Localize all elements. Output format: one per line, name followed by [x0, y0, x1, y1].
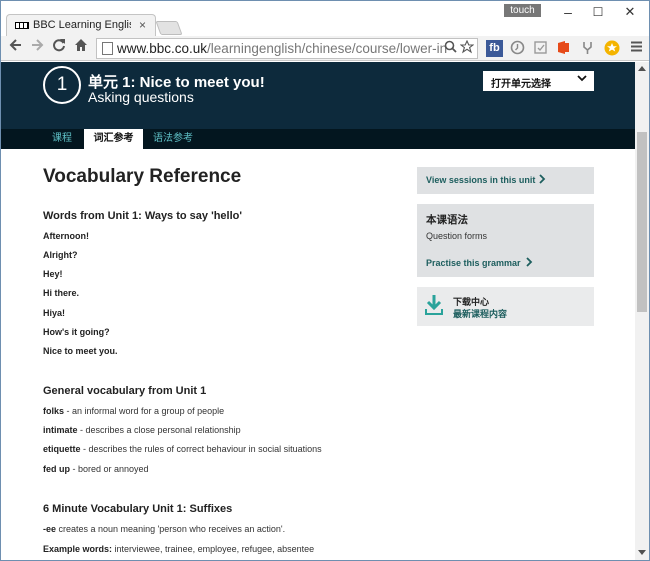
vocab-item: fed up - bored or annoyed [43, 464, 149, 474]
download-box[interactable]: 下载中心 最新课程内容 [417, 287, 594, 326]
list-item: Alright? [43, 250, 78, 260]
browser-tab[interactable]: BBC Learning English - C × [6, 14, 156, 36]
browser-window: BBC Learning English - C × touch – ☐ ✕ w… [0, 0, 650, 561]
vertical-scrollbar[interactable] [635, 62, 649, 560]
list-item: Hiya! [43, 308, 66, 318]
page-icon [102, 42, 113, 55]
vocab-item: etiquette - describes the rules of corre… [43, 444, 322, 454]
url-text[interactable]: www.bbc.co.uk/learningenglish/chinese/co… [117, 41, 447, 56]
facebook-extension-icon[interactable]: fb [486, 40, 503, 57]
content-tab-bar: 课程 词汇参考 语法参考 [1, 129, 635, 149]
grammar-topic: Question forms [426, 231, 488, 241]
forward-arrow-icon[interactable] [27, 38, 47, 58]
unit-number-badge: 1 [43, 66, 81, 104]
menu-icon[interactable] [628, 40, 645, 57]
clock-extension-icon[interactable] [509, 40, 526, 57]
list-item: How's it going? [43, 327, 110, 337]
page-title: Vocabulary Reference [43, 166, 242, 187]
section-heading-hello: Words from Unit 1: Ways to say 'hello' [43, 210, 242, 222]
unit-select-label: 打开单元选择 [491, 79, 551, 90]
list-item: Hey! [43, 269, 63, 279]
sessions-box[interactable]: View sessions in this unit [417, 167, 594, 194]
chevron-right-icon [538, 174, 546, 186]
tab-close-icon[interactable]: × [139, 18, 146, 32]
tab-grammar[interactable]: 语法参考 [147, 129, 199, 149]
search-icon[interactable] [444, 40, 457, 57]
grammar-box: 本课语法 Question forms Practise this gramma… [417, 204, 594, 277]
grammar-heading: 本课语法 [426, 214, 468, 226]
list-item: Nice to meet you. [43, 346, 118, 356]
unit-header: 1 单元 1: Nice to meet you! Asking questio… [1, 62, 635, 149]
tab-title: BBC Learning English - C [33, 19, 131, 31]
vocab-item: folks - an informal word for a group of … [43, 406, 225, 416]
title-bar: BBC Learning English - C × touch – ☐ ✕ [1, 1, 649, 36]
suffix-description: -ee creates a noun meaning 'person who r… [43, 524, 286, 534]
home-icon[interactable] [71, 38, 91, 58]
bbc-favicon-icon [15, 22, 29, 29]
touch-mode-badge[interactable]: touch [504, 4, 541, 17]
office-extension-icon[interactable] [555, 40, 572, 57]
download-icon [425, 294, 443, 321]
unit-select-dropdown[interactable]: 打开单元选择 [483, 71, 594, 91]
chevron-right-icon [525, 257, 533, 269]
unit-subtitle: Asking questions [88, 89, 194, 105]
chevron-down-icon [577, 73, 587, 86]
fork-extension-icon[interactable] [579, 40, 596, 57]
back-arrow-icon[interactable] [6, 38, 26, 58]
view-sessions-link[interactable]: View sessions in this unit [426, 175, 535, 185]
scrollbar-thumb[interactable] [637, 132, 647, 312]
browser-toolbar: www.bbc.co.uk/learningenglish/chinese/co… [1, 36, 649, 61]
scroll-down-icon[interactable] [638, 550, 646, 555]
section-heading-suffixes: 6 Minute Vocabulary Unit 1: Suffixes [43, 503, 233, 515]
close-window-icon[interactable]: ✕ [616, 3, 644, 21]
new-tab-button[interactable] [155, 21, 183, 35]
example-words: Example words: interviewee, trainee, emp… [43, 544, 315, 554]
tab-course[interactable]: 课程 [43, 129, 81, 149]
list-item: Afternoon! [43, 231, 89, 241]
scroll-up-icon[interactable] [638, 66, 646, 71]
vocab-item: intimate - describes a close personal re… [43, 425, 241, 435]
address-bar[interactable]: www.bbc.co.uk/learningenglish/chinese/co… [96, 38, 478, 59]
reload-icon[interactable] [49, 38, 69, 58]
star-extension-icon[interactable] [603, 40, 620, 57]
bookmark-star-icon[interactable] [459, 39, 475, 57]
practise-grammar-link[interactable]: Practise this grammar [426, 258, 521, 268]
shield-extension-icon[interactable] [532, 40, 549, 57]
tab-vocabulary[interactable]: 词汇参考 [84, 129, 143, 149]
list-item: Hi there. [43, 288, 80, 298]
section-heading-general: General vocabulary from Unit 1 [43, 385, 207, 397]
minimize-icon[interactable]: – [554, 3, 582, 21]
page-viewport: 1 单元 1: Nice to meet you! Asking questio… [1, 62, 635, 560]
download-latest-link[interactable]: 最新课程内容 [453, 307, 507, 320]
maximize-icon[interactable]: ☐ [584, 3, 612, 21]
